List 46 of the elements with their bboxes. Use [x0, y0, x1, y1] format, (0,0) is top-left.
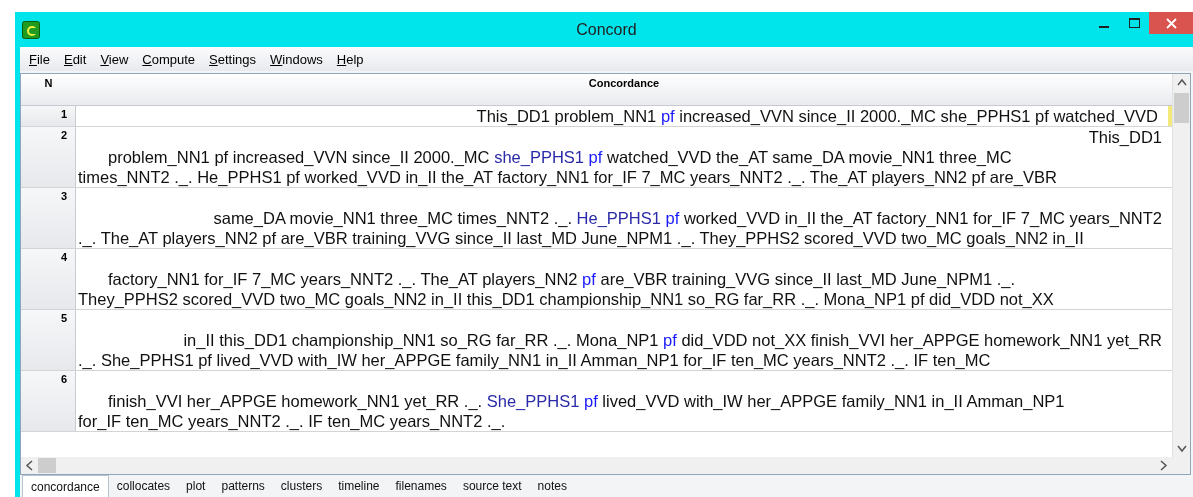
concordance-line: times_NNT2 ._. He_PPHS1 pf worked_VVD in_II the_AT factory_NN1 for_IF 7_MC years_NNT2 ._. The_AT players_NN2 pf are_VBR	[78, 167, 1057, 187]
tab[interactable]: concordance	[22, 475, 109, 497]
concordance-line: ._. She_PPHS1 pf lived_VVD with_IW her_APPGE family_NN1 in_II Amman_NP1 for_IF ten_MC years_NNT2 ._. IF ten_MC	[78, 350, 991, 370]
menu-item[interactable]: Windows	[263, 51, 330, 67]
tab[interactable]: source text	[454, 475, 530, 497]
concordance-line: They_PPHS2 scored_VVD two_MC goals_NN2 in_II this_DD1 championship_NN1 so_RG far_RR ._. Mona_NP1 pf did_VDD not_XX	[78, 289, 1054, 309]
concordance-line: in_II this_DD1 championship_NN1 so_RG far_RR ._. Mona_NP1 pf did_VDD not_XX finish_VVI her_APPGE homework_NN1 yet_RR	[183, 330, 1162, 350]
concordance-line: This_DD1 problem_NN1 pf increased_VVN since_II 2000._MC she_PPHS1 pf watched_VVD	[476, 106, 1158, 126]
close-icon	[1165, 17, 1177, 29]
close-button[interactable]	[1149, 12, 1193, 34]
row-number: 4	[21, 249, 76, 309]
row-number: 5	[21, 310, 76, 370]
menu-item[interactable]: Compute	[135, 51, 203, 67]
menu-item[interactable]: View	[93, 51, 136, 67]
tab[interactable]: notes	[529, 475, 575, 497]
menu-item[interactable]: Edit	[56, 51, 94, 67]
menu-item[interactable]: Help	[329, 51, 371, 67]
concordance-line: factory_NN1 for_IF 7_MC years_NNT2 ._. The_AT players_NN2 pf are_VBR training_VVG since_II last_MD June_NPM1 ._.	[108, 269, 1015, 289]
concordance-line: problem_NN1 pf increased_VVN since_II 2000._MC she_PPHS1 pf watched_VVD the_AT same_DA movie_NN1 three_MC	[108, 147, 1012, 167]
menu-item[interactable]: Settings	[202, 51, 264, 67]
window-title: Concord	[576, 20, 637, 38]
concordance-line: same_DA movie_NN1 three_MC times_NNT2 ._. He_PPHS1 pf worked_VVD in_II the_AT factory_NN1 for_IF 7_MC years_NNT2	[213, 208, 1162, 228]
row-number: 3	[21, 188, 76, 248]
column-header[interactable]: Concordance	[76, 74, 1172, 105]
row-number: 1	[21, 106, 76, 126]
concordance-line: for_IF ten_MC years_NNT2 ._. IF ten_MC years_NNT2 ._.	[78, 411, 506, 431]
tab[interactable]: collocates	[108, 475, 179, 497]
concordance-line: This_DD1	[1088, 127, 1162, 147]
menu-item[interactable]: File	[22, 51, 57, 67]
tab[interactable]: filenames	[387, 475, 455, 497]
concordance-line: finish_VVI her_APPGE homework_NN1 yet_RR ._. She_PPHS1 pf lived_VVD with_IW her_APPGE family_NN1 in_II Amman_NP1	[108, 391, 1065, 411]
row-number: 6	[21, 371, 76, 431]
minimize-icon	[1099, 26, 1109, 28]
maximize-icon	[1128, 18, 1140, 28]
scrollbar-thumb[interactable]	[38, 458, 56, 473]
row-number: 2	[21, 127, 76, 187]
tab[interactable]: patterns	[213, 475, 273, 497]
app-icon	[22, 20, 40, 39]
tab[interactable]: plot	[178, 475, 214, 497]
vertical-scrollbar[interactable]	[1172, 74, 1190, 457]
tab[interactable]: clusters	[272, 475, 331, 497]
horizontal-scrollbar[interactable]	[21, 457, 1190, 474]
column-header[interactable]: N	[21, 74, 76, 105]
scrollbar-thumb[interactable]	[1174, 93, 1189, 123]
concordance-line: ._. The_AT players_NN2 pf are_VBR training_VVG since_II last_MD June_NPM1 ._. They_PPHS2 scored_VVD two_MC goals_NN2 in_II	[78, 228, 1084, 248]
tab[interactable]: timeline	[330, 475, 388, 497]
